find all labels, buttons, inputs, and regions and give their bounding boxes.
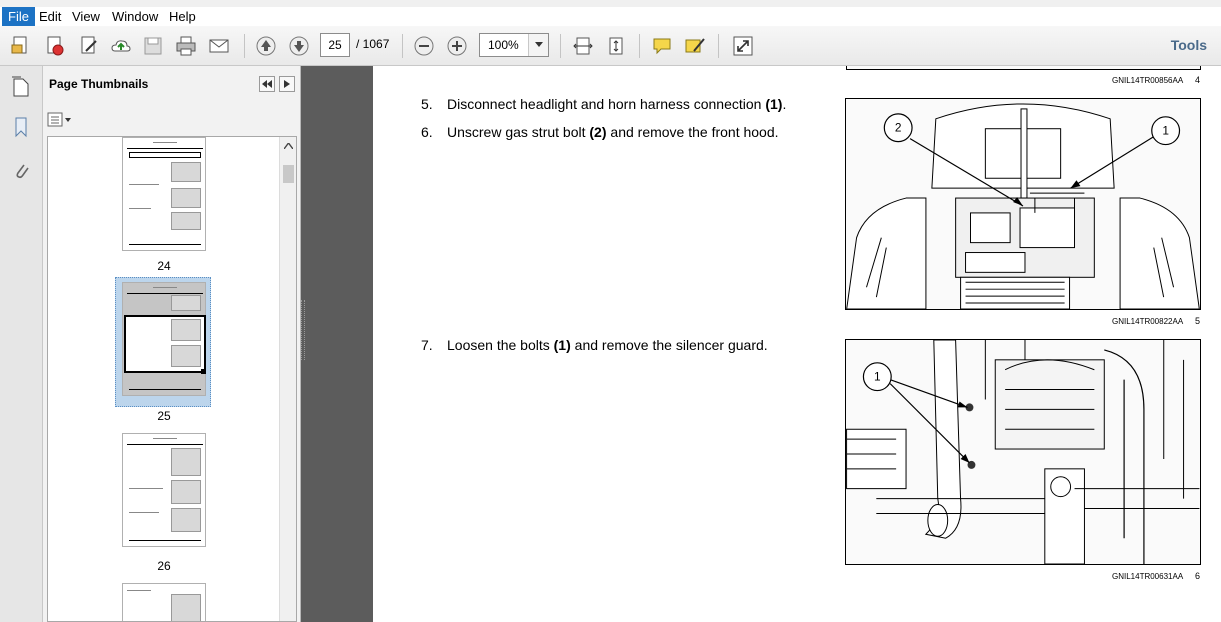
- thumbnails-panel: Page Thumbnails 24 25 26: [43, 66, 301, 622]
- zoom-out-icon[interactable]: [411, 34, 437, 58]
- callout-1: 1: [1162, 124, 1169, 138]
- menu-bar: File Edit View Window Help: [0, 0, 1221, 26]
- figure-6-number: 6: [1195, 571, 1201, 581]
- fit-page-icon[interactable]: [603, 34, 629, 58]
- tools-button[interactable]: Tools: [1171, 37, 1207, 53]
- callout-2: 2: [895, 121, 902, 135]
- callout-1: 1: [874, 370, 881, 384]
- previous-page-icon[interactable]: [253, 34, 279, 58]
- page-total: / 1067: [356, 37, 390, 51]
- figure-4-number: 4: [1195, 75, 1201, 85]
- zoom-value: 100%: [488, 38, 519, 52]
- zoom-select[interactable]: 100%: [479, 33, 549, 57]
- panel-title: Page Thumbnails: [49, 77, 149, 91]
- thumbnail-options-button[interactable]: [47, 111, 73, 129]
- page-thumbnails-icon[interactable]: [8, 74, 34, 100]
- comment-icon[interactable]: [649, 34, 675, 58]
- step-7: 7. Loosen the bolts (1) and remove the si…: [421, 337, 768, 353]
- expand-panel-icon[interactable]: [279, 76, 295, 92]
- thumbnail-page-27[interactable]: [122, 583, 206, 621]
- thumbnail-scrollbar[interactable]: [279, 137, 296, 621]
- figure-6-silencer-guard: 1: [845, 339, 1201, 565]
- figure-5-number: 5: [1195, 316, 1201, 326]
- page-number-input[interactable]: [320, 33, 350, 57]
- zoom-in-icon[interactable]: [444, 34, 470, 58]
- panel-resize-handle[interactable]: [301, 300, 305, 360]
- expand-icon[interactable]: [730, 34, 756, 58]
- thumbnail-page-24[interactable]: [122, 137, 206, 251]
- navigation-rail: [0, 66, 43, 622]
- chevron-down-icon[interactable]: [528, 34, 548, 56]
- toolbar: / 1067 100% Tools: [0, 26, 1221, 66]
- highlight-icon[interactable]: [682, 34, 708, 58]
- fit-width-icon[interactable]: [570, 34, 596, 58]
- silencer-illustration: 1: [846, 340, 1200, 564]
- next-page-icon[interactable]: [286, 34, 312, 58]
- thumbnail-list[interactable]: 24 25 26: [47, 136, 297, 622]
- acrobat-window: File Edit View Window Help 25 / 1067 100…: [0, 0, 1221, 622]
- figure-6-code: GNIL14TR00631AA: [1112, 572, 1184, 581]
- menu-help[interactable]: Help: [163, 7, 202, 26]
- thumbnail-label-26: 26: [157, 559, 171, 573]
- document-page: GNIL14TR00856AA 4 5. Disconnect headlight…: [373, 66, 1221, 622]
- tractor-engine-illustration: 2 1: [846, 103, 1200, 309]
- figure-4-code: GNIL14TR00856AA: [1112, 76, 1184, 85]
- attachment-icon[interactable]: [8, 158, 34, 184]
- print-icon[interactable]: [173, 34, 199, 58]
- figure-5-tractor-front: 2 1: [845, 98, 1201, 310]
- pdf-settings-icon[interactable]: [42, 34, 68, 58]
- document-viewport[interactable]: GNIL14TR00856AA 4 5. Disconnect headlight…: [301, 66, 1221, 622]
- menu-edit[interactable]: Edit: [33, 7, 67, 26]
- collapse-panel-icon[interactable]: [259, 76, 275, 92]
- menu-file[interactable]: File: [2, 7, 35, 26]
- thumbnail-page-25[interactable]: [122, 282, 206, 396]
- thumbnail-label-25: 25: [157, 409, 171, 423]
- thumbnail-label-24: 24: [157, 259, 171, 273]
- menu-window[interactable]: Window: [106, 7, 164, 26]
- scrollbar-thumb[interactable]: [283, 165, 294, 183]
- bookmark-icon[interactable]: [8, 114, 34, 140]
- upload-cloud-icon[interactable]: [108, 34, 134, 58]
- email-icon[interactable]: [206, 34, 232, 58]
- edit-document-icon[interactable]: [76, 34, 102, 58]
- save-icon[interactable]: [140, 34, 166, 58]
- step-6: 6. Unscrew gas strut bolt (2) and remove …: [421, 124, 779, 140]
- figure-5-code: GNIL14TR00822AA: [1112, 317, 1184, 326]
- thumbnail-page-26[interactable]: [122, 433, 206, 547]
- step-5: 5. Disconnect headlight and horn harness …: [421, 96, 787, 112]
- create-pdf-icon[interactable]: [8, 34, 34, 58]
- menu-view[interactable]: View: [66, 7, 106, 26]
